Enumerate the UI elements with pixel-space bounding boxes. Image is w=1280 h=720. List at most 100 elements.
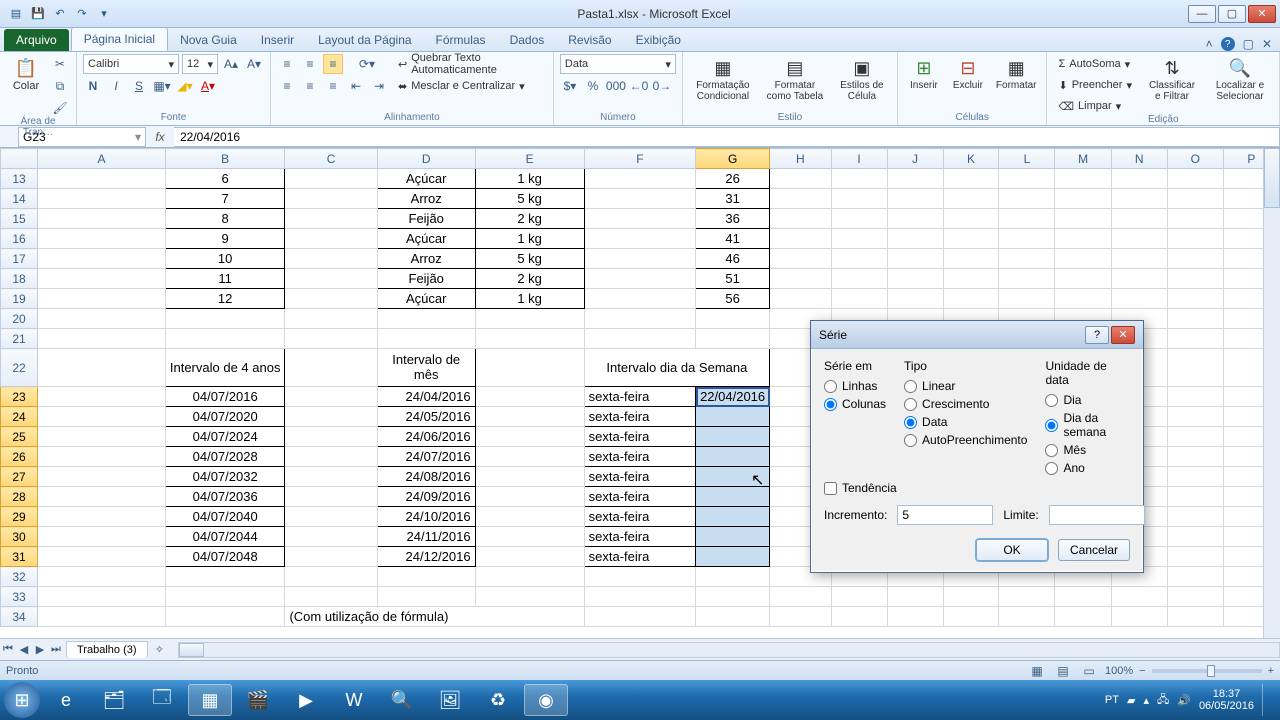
increase-decimal-icon[interactable]: ←0	[629, 76, 649, 96]
row-header[interactable]: 28	[1, 487, 38, 507]
sheet-tab[interactable]: Trabalho (3)	[66, 641, 148, 658]
grow-font-icon[interactable]: A▴	[221, 54, 241, 74]
cell[interactable]: 1 kg	[475, 169, 584, 189]
sheet-nav-prev-icon[interactable]: ◀	[16, 642, 32, 658]
cell[interactable]	[285, 487, 377, 507]
cell[interactable]: Intervalo de mês	[377, 349, 475, 387]
cell[interactable]	[584, 587, 695, 607]
radio-columns[interactable]: Colunas	[824, 397, 886, 411]
cell[interactable]	[285, 229, 377, 249]
underline-icon[interactable]: S	[129, 76, 149, 96]
col-header[interactable]: B	[165, 149, 285, 169]
cell[interactable]	[377, 329, 475, 349]
cell[interactable]	[38, 587, 166, 607]
zoom-slider[interactable]	[1152, 669, 1262, 673]
cell[interactable]: 7	[165, 189, 285, 209]
close-button[interactable]: ✕	[1248, 5, 1276, 23]
taskbar-ie-icon[interactable]: e	[44, 684, 88, 716]
paste-button[interactable]: 📋 Colar	[6, 54, 46, 94]
cell[interactable]: sexta-feira	[584, 547, 695, 567]
cell[interactable]: 5 kg	[475, 189, 584, 209]
taskbar-explorer-icon[interactable]: 🗂	[92, 684, 136, 716]
cell[interactable]	[696, 507, 770, 527]
radio-growth[interactable]: Crescimento	[904, 397, 1027, 411]
copy-icon[interactable]: ⧉	[50, 76, 70, 96]
col-header[interactable]: M	[1055, 149, 1111, 169]
help-icon[interactable]: ?	[1221, 37, 1235, 51]
font-size-combo[interactable]: 12▾	[182, 54, 218, 74]
cell[interactable]	[475, 407, 584, 427]
cell[interactable]	[696, 467, 770, 487]
cell[interactable]	[38, 329, 166, 349]
cell[interactable]: Intervalo de 4 anos	[165, 349, 285, 387]
radio-linear[interactable]: Linear	[904, 379, 1027, 393]
tray-volume-icon[interactable]: 🔊	[1177, 694, 1191, 707]
tab-view[interactable]: Exibição	[624, 29, 693, 51]
cell[interactable]: 36	[696, 209, 770, 229]
tab-insert[interactable]: Inserir	[249, 29, 306, 51]
cell[interactable]	[285, 269, 377, 289]
cell[interactable]	[1167, 209, 1223, 229]
cell[interactable]	[475, 587, 584, 607]
qat-more-icon[interactable]: ▾	[96, 6, 112, 22]
row-header[interactable]: 14	[1, 189, 38, 209]
ok-button[interactable]: OK	[976, 539, 1048, 561]
cell[interactable]: 26	[696, 169, 770, 189]
col-header[interactable]: K	[943, 149, 999, 169]
cell[interactable]	[696, 527, 770, 547]
cell[interactable]	[38, 527, 166, 547]
cell[interactable]	[38, 289, 166, 309]
cell[interactable]: 1 kg	[475, 229, 584, 249]
cell[interactable]: 04/07/2036	[165, 487, 285, 507]
cell[interactable]: 6	[165, 169, 285, 189]
cell[interactable]	[285, 527, 377, 547]
col-header[interactable]: J	[887, 149, 943, 169]
undo-icon[interactable]: ↶	[52, 6, 68, 22]
minimize-ribbon-icon[interactable]: ˄	[1206, 37, 1213, 51]
border-icon[interactable]: ▦▾	[152, 76, 172, 96]
cell[interactable]	[38, 567, 166, 587]
cell[interactable]: sexta-feira	[584, 387, 695, 407]
merge-center-button[interactable]: ⬌Mesclar e Centralizar▾	[393, 76, 547, 96]
cell[interactable]	[770, 289, 831, 309]
cell[interactable]	[1167, 229, 1223, 249]
cell[interactable]	[38, 189, 166, 209]
cell[interactable]: 11	[165, 269, 285, 289]
row-header[interactable]: 26	[1, 447, 38, 467]
row-header[interactable]: 18	[1, 269, 38, 289]
cell[interactable]	[1055, 607, 1111, 627]
worksheet-area[interactable]: ABCDEFGHIJKLMNOP136Açúcar1 kg26147Arroz5…	[0, 148, 1280, 638]
row-header[interactable]: 13	[1, 169, 38, 189]
cell[interactable]	[770, 169, 831, 189]
row-header[interactable]: 32	[1, 567, 38, 587]
row-header[interactable]: 17	[1, 249, 38, 269]
cell[interactable]	[285, 567, 377, 587]
format-painter-icon[interactable]: 🖌	[50, 98, 70, 118]
cell[interactable]: 24/11/2016	[377, 527, 475, 547]
align-top-icon[interactable]: ≡	[277, 54, 297, 74]
align-left-icon[interactable]: ≡	[277, 76, 297, 96]
cell-styles-button[interactable]: ▣Estilos de Célula	[833, 54, 891, 104]
view-normal-icon[interactable]: ▦	[1027, 661, 1047, 681]
cell[interactable]: 46	[696, 249, 770, 269]
align-middle-icon[interactable]: ≡	[300, 54, 320, 74]
cell[interactable]	[696, 487, 770, 507]
cell[interactable]	[475, 447, 584, 467]
cell[interactable]	[38, 607, 166, 627]
autosum-button[interactable]: ΣAutoSoma▾	[1053, 54, 1137, 74]
cell[interactable]: Açúcar	[377, 229, 475, 249]
window-close-inner-icon[interactable]: ✕	[1262, 37, 1272, 51]
cell[interactable]	[1167, 587, 1223, 607]
cell[interactable]	[1111, 269, 1167, 289]
cell[interactable]: Arroz	[377, 249, 475, 269]
cell[interactable]	[1111, 249, 1167, 269]
align-right-icon[interactable]: ≡	[323, 76, 343, 96]
cell[interactable]: 51	[696, 269, 770, 289]
radio-month[interactable]: Mês	[1045, 443, 1130, 457]
col-header[interactable]: G	[696, 149, 770, 169]
cell[interactable]	[831, 587, 887, 607]
cell[interactable]	[38, 309, 166, 329]
cell[interactable]	[584, 169, 695, 189]
cell[interactable]: 2 kg	[475, 269, 584, 289]
cell[interactable]	[584, 229, 695, 249]
